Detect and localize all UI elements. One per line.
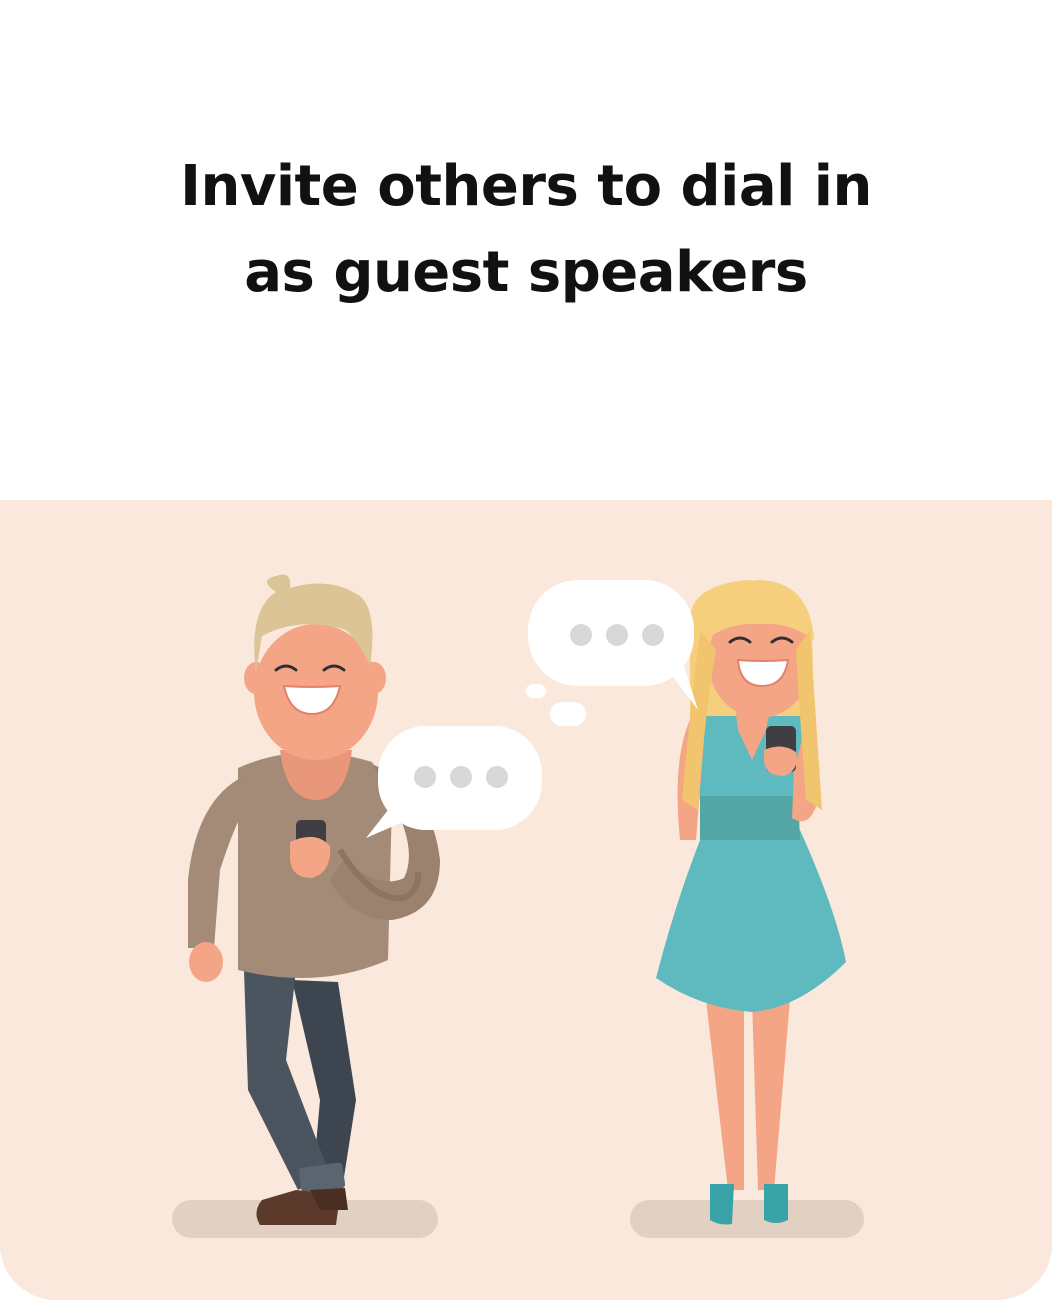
title-line-1: Invite others to dial in: [180, 154, 872, 219]
title-line-2: as guest speakers: [244, 240, 808, 305]
card-header: Invite others to dial in as guest speake…: [0, 0, 1052, 500]
people-chatting-illustration: [172, 574, 864, 1238]
illustration-panel: [0, 500, 1052, 1300]
man-speech-bubble-icon: [366, 726, 542, 838]
man-figure: [188, 574, 440, 1225]
page-title: Invite others to dial in as guest speake…: [0, 144, 1052, 316]
woman-speech-bubble-icon: [526, 580, 698, 726]
onboarding-card: Invite others to dial in as guest speake…: [0, 0, 1052, 1300]
woman-floor-shadow: [630, 1200, 864, 1238]
